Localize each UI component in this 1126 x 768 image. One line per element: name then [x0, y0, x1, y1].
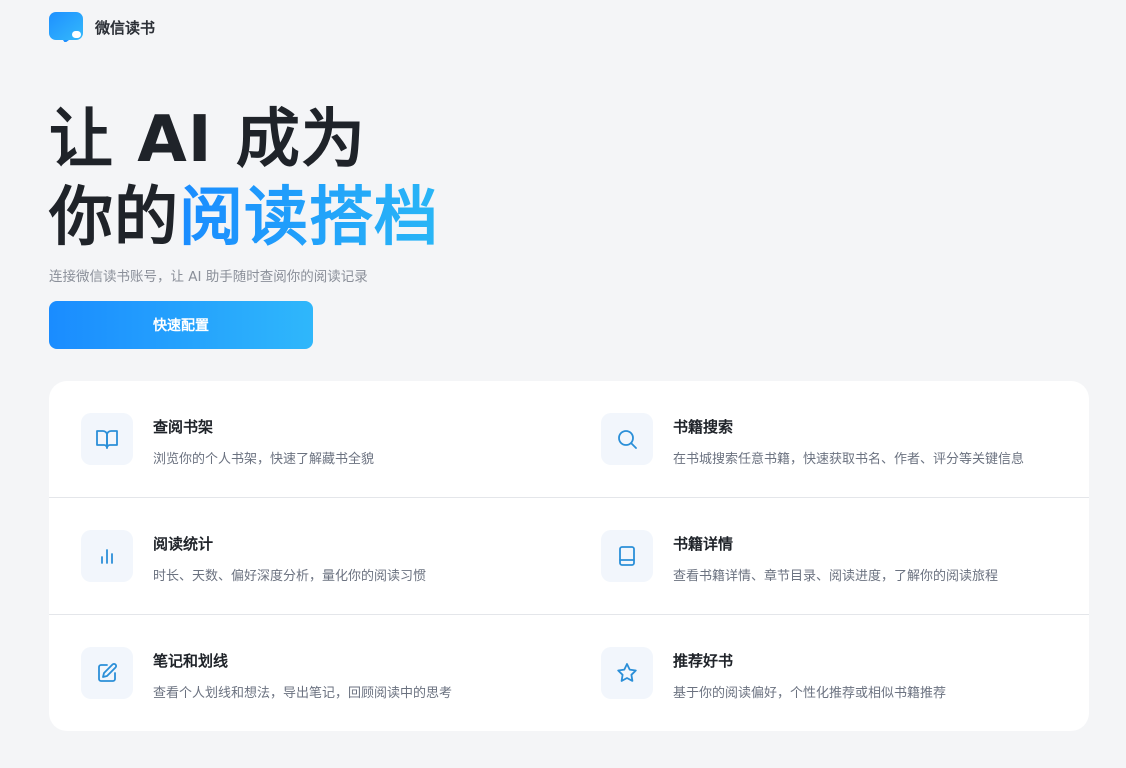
book-icon	[601, 530, 653, 582]
feature-title: 书籍详情	[673, 535, 734, 553]
hero-title-line-1: 让 AI 成为	[49, 103, 366, 177]
feature-desc: 基于你的阅读偏好，个性化推荐或相似书籍推荐	[673, 686, 947, 701]
feature-text: 推荐好书 基于你的阅读偏好，个性化推荐或相似书籍推荐	[673, 650, 946, 701]
feature-text: 查阅书架 浏览你的个人书架，快速了解藏书全貌	[153, 416, 374, 467]
feature-row: 阅读统计 时长、天数、偏好深度分析，量化你的阅读习惯 书籍详情 查看书籍详情、章…	[49, 498, 1089, 615]
hero-title-accent: 阅读搭档	[179, 181, 439, 255]
feature-item-bookshelf[interactable]: 查阅书架 浏览你的个人书架，快速了解藏书全貌	[81, 381, 374, 497]
page: 微信读书 让 AI 成为 你的阅读搭档 连接微信读书账号，让 AI 助手随时查阅…	[0, 0, 1126, 768]
feature-title: 书籍搜索	[673, 418, 734, 436]
feature-row: 笔记和划线 查看个人划线和想法，导出笔记，回顾阅读中的思考 推荐好书 基于你的阅…	[49, 615, 1089, 731]
feature-item-details[interactable]: 书籍详情 查看书籍详情、章节目录、阅读进度，了解你的阅读旅程	[601, 498, 998, 614]
quick-setup-button[interactable]: 快速配置	[49, 301, 313, 349]
hero-title-plain: 你的	[49, 181, 179, 255]
feature-text: 阅读统计 时长、天数、偏好深度分析，量化你的阅读习惯	[153, 533, 426, 584]
chat-book-logo-icon[interactable]	[49, 12, 83, 42]
feature-desc: 查看书籍详情、章节目录、阅读进度，了解你的阅读旅程	[673, 569, 999, 584]
search-icon	[601, 413, 653, 465]
header: 微信读书	[49, 12, 155, 42]
feature-text: 笔记和划线 查看个人划线和想法，导出笔记，回顾阅读中的思考	[153, 650, 452, 701]
feature-desc: 时长、天数、偏好深度分析，量化你的阅读习惯	[153, 569, 427, 584]
feature-text: 书籍详情 查看书籍详情、章节目录、阅读进度，了解你的阅读旅程	[673, 533, 998, 584]
feature-item-recommend[interactable]: 推荐好书 基于你的阅读偏好，个性化推荐或相似书籍推荐	[601, 615, 946, 731]
feature-item-stats[interactable]: 阅读统计 时长、天数、偏好深度分析，量化你的阅读习惯	[81, 498, 426, 614]
bar-chart-icon	[81, 530, 133, 582]
feature-item-search[interactable]: 书籍搜索 在书城搜索任意书籍，快速获取书名、作者、评分等关键信息	[601, 381, 1024, 497]
brand-name: 微信读书	[95, 18, 156, 37]
feature-title: 推荐好书	[673, 652, 734, 670]
edit-note-icon	[81, 647, 133, 699]
hero-title-line-2: 你的阅读搭档	[49, 186, 439, 250]
hero-subtitle: 连接微信读书账号，让 AI 助手随时查阅你的阅读记录	[49, 269, 368, 285]
star-icon	[601, 647, 653, 699]
feature-desc: 查看个人划线和想法，导出笔记，回顾阅读中的思考	[153, 686, 453, 701]
feature-item-notes[interactable]: 笔记和划线 查看个人划线和想法，导出笔记，回顾阅读中的思考	[81, 615, 452, 731]
feature-desc: 浏览你的个人书架，快速了解藏书全貌	[153, 452, 375, 467]
feature-row: 查阅书架 浏览你的个人书架，快速了解藏书全貌 书籍搜索 在书城搜索任意书籍，快速…	[49, 381, 1089, 498]
feature-desc: 在书城搜索任意书籍，快速获取书名、作者、评分等关键信息	[673, 452, 1025, 467]
feature-title: 阅读统计	[153, 535, 214, 553]
feature-text: 书籍搜索 在书城搜索任意书籍，快速获取书名、作者、评分等关键信息	[673, 416, 1024, 467]
book-open-icon	[81, 413, 133, 465]
feature-title: 笔记和划线	[153, 652, 229, 670]
feature-card: 查阅书架 浏览你的个人书架，快速了解藏书全貌 书籍搜索 在书城搜索任意书籍，快速…	[49, 381, 1089, 731]
feature-title: 查阅书架	[153, 418, 214, 436]
